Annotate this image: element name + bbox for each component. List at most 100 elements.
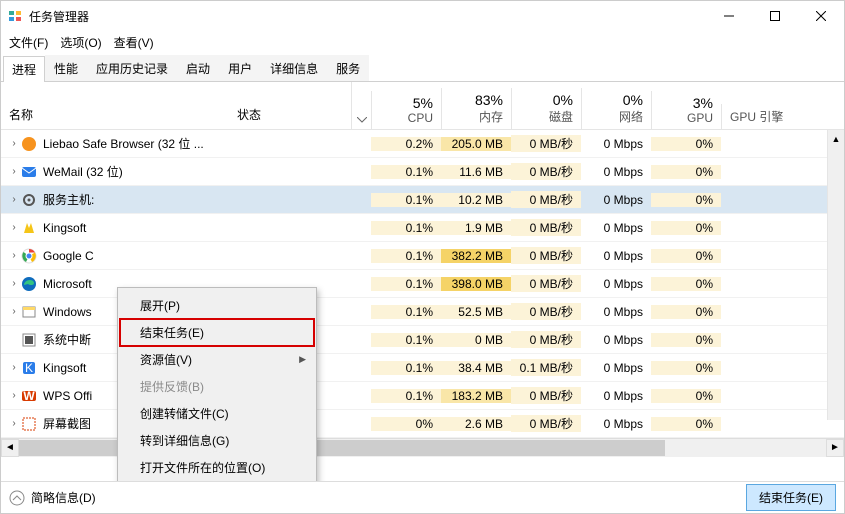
cpu-cell: 0.1% [371,389,441,403]
table-row[interactable]: ›WeMail (32 位)0.1%11.6 MB0 MB/秒0 Mbps0% [1,158,844,186]
disk-label: 磁盘 [549,108,573,125]
ctx-dump[interactable]: 创建转储文件(C) [120,400,314,427]
mem-cell: 1.9 MB [441,221,511,235]
cpu-cell: 0.1% [371,277,441,291]
mem-cell: 205.0 MB [441,137,511,151]
net-cell: 0 Mbps [581,333,651,347]
expander-icon[interactable]: › [7,138,21,149]
process-icon [21,192,37,208]
process-name: WeMail (32 位) [43,163,123,180]
cpu-cell: 0.2% [371,137,441,151]
col-disk[interactable]: 0% 磁盘 [511,88,581,129]
cpu-cell: 0% [371,417,441,431]
gpu-cell: 0% [651,417,721,431]
chevron-down-icon [357,117,367,123]
gpu-cell: 0% [651,361,721,375]
tab-services[interactable]: 服务 [327,55,369,81]
gpu-cell: 0% [651,389,721,403]
expander-icon[interactable]: › [7,166,21,177]
net-cell: 0 Mbps [581,137,651,151]
disk-cell: 0 MB/秒 [511,303,581,320]
fewer-details-label: 简略信息(D) [31,489,96,506]
table-row[interactable]: › Kingsoft 0.1%1.9 MB0 MB/秒0 Mbps0% [1,214,844,242]
net-cell: 0 Mbps [581,389,651,403]
end-task-button[interactable]: 结束任务(E) [746,484,836,511]
gpu-label: GPU [687,111,713,125]
net-cell: 0 Mbps [581,221,651,235]
gpu-cell: 0% [651,221,721,235]
cpu-total: 5% [413,95,433,111]
tab-performance[interactable]: 性能 [45,55,87,81]
ctx-values[interactable]: 资源值(V) [120,346,314,373]
menu-options[interactable]: 选项(O) [54,32,107,53]
ctx-expand[interactable]: 展开(P) [120,292,314,319]
footer-bar: 简略信息(D) 结束任务(E) [1,481,844,513]
col-gpu[interactable]: 3% GPU [651,91,721,129]
disk-cell: 0 MB/秒 [511,219,581,236]
menu-file[interactable]: 文件(F) [3,32,54,53]
tab-details[interactable]: 详细信息 [261,55,327,81]
expander-icon[interactable]: › [7,306,21,317]
gpu-cell: 0% [651,277,721,291]
col-gpu-engine[interactable]: GPU 引擎 [721,104,844,129]
cpu-cell: 0.1% [371,193,441,207]
menu-view[interactable]: 查看(V) [108,32,160,53]
net-cell: 0 Mbps [581,417,651,431]
process-name: WPS Offi [43,389,92,403]
disk-cell: 0.1 MB/秒 [511,359,581,376]
net-cell: 0 Mbps [581,361,651,375]
col-status[interactable]: 状态 [231,82,351,129]
net-cell: 0 Mbps [581,305,651,319]
gpu-total: 3% [693,95,713,111]
disk-cell: 0 MB/秒 [511,247,581,264]
disk-cell: 0 MB/秒 [511,191,581,208]
process-name: Kingsoft [43,221,86,235]
tab-users[interactable]: 用户 [219,55,261,81]
col-cpu[interactable]: 5% CPU [371,91,441,129]
disk-cell: 0 MB/秒 [511,415,581,432]
mem-cell: 11.6 MB [441,165,511,179]
cpu-label: CPU [408,111,433,125]
title-bar: 任务管理器 [1,1,844,31]
ctx-end-task[interactable]: 结束任务(E) [120,319,314,346]
sort-indicator [351,82,371,129]
process-name: Microsoft [43,277,92,291]
expander-icon[interactable]: › [7,390,21,401]
tab-processes[interactable]: 进程 [3,56,45,82]
net-cell: 0 Mbps [581,193,651,207]
table-row[interactable]: ›服务主机: 0.1%10.2 MB0 MB/秒0 Mbps0% [1,186,844,214]
expander-icon[interactable]: › [7,194,21,205]
expander-icon[interactable]: › [7,362,21,373]
ctx-goto-details[interactable]: 转到详细信息(G) [120,427,314,454]
process-name: Liebao Safe Browser (32 位 ... [43,135,204,152]
process-name: 屏幕截图 [43,415,91,432]
cpu-cell: 0.1% [371,305,441,319]
vertical-scrollbar[interactable]: ▲ [827,130,844,420]
expander-icon[interactable]: › [7,418,21,429]
cpu-cell: 0.1% [371,333,441,347]
minimize-button[interactable] [706,1,752,31]
maximize-button[interactable] [752,1,798,31]
cpu-cell: 0.1% [371,221,441,235]
process-name: 服务主机: [43,191,94,208]
tab-startup[interactable]: 启动 [177,55,219,81]
col-mem[interactable]: 83% 内存 [441,88,511,129]
ctx-open-location[interactable]: 打开文件所在的位置(O) [120,454,314,481]
expander-icon[interactable]: › [7,278,21,289]
expander-icon[interactable]: › [7,250,21,261]
table-row[interactable]: › Liebao Safe Browser (32 位 ... 0.2%205.0 … [1,130,844,158]
table-row[interactable]: ›Google C0.1%382.2 MB0 MB/秒0 Mbps0% [1,242,844,270]
column-header-row: 名称 状态 5% CPU 83% 内存 0% 磁盘 0% 网络 3% [1,82,844,130]
disk-cell: 0 MB/秒 [511,163,581,180]
col-name[interactable]: 名称 [1,82,231,129]
close-button[interactable] [798,1,844,31]
net-label: 网络 [619,108,643,125]
mem-cell: 10.2 MB [441,193,511,207]
mem-cell: 398.0 MB [441,277,511,291]
tab-history[interactable]: 应用历史记录 [87,55,177,81]
mem-cell: 52.5 MB [441,305,511,319]
col-net[interactable]: 0% 网络 [581,88,651,129]
fewer-details-button[interactable]: 简略信息(D) [9,489,96,506]
expander-icon[interactable]: › [7,222,21,233]
tab-bar: 进程 性能 应用历史记录 启动 用户 详细信息 服务 [1,53,844,82]
